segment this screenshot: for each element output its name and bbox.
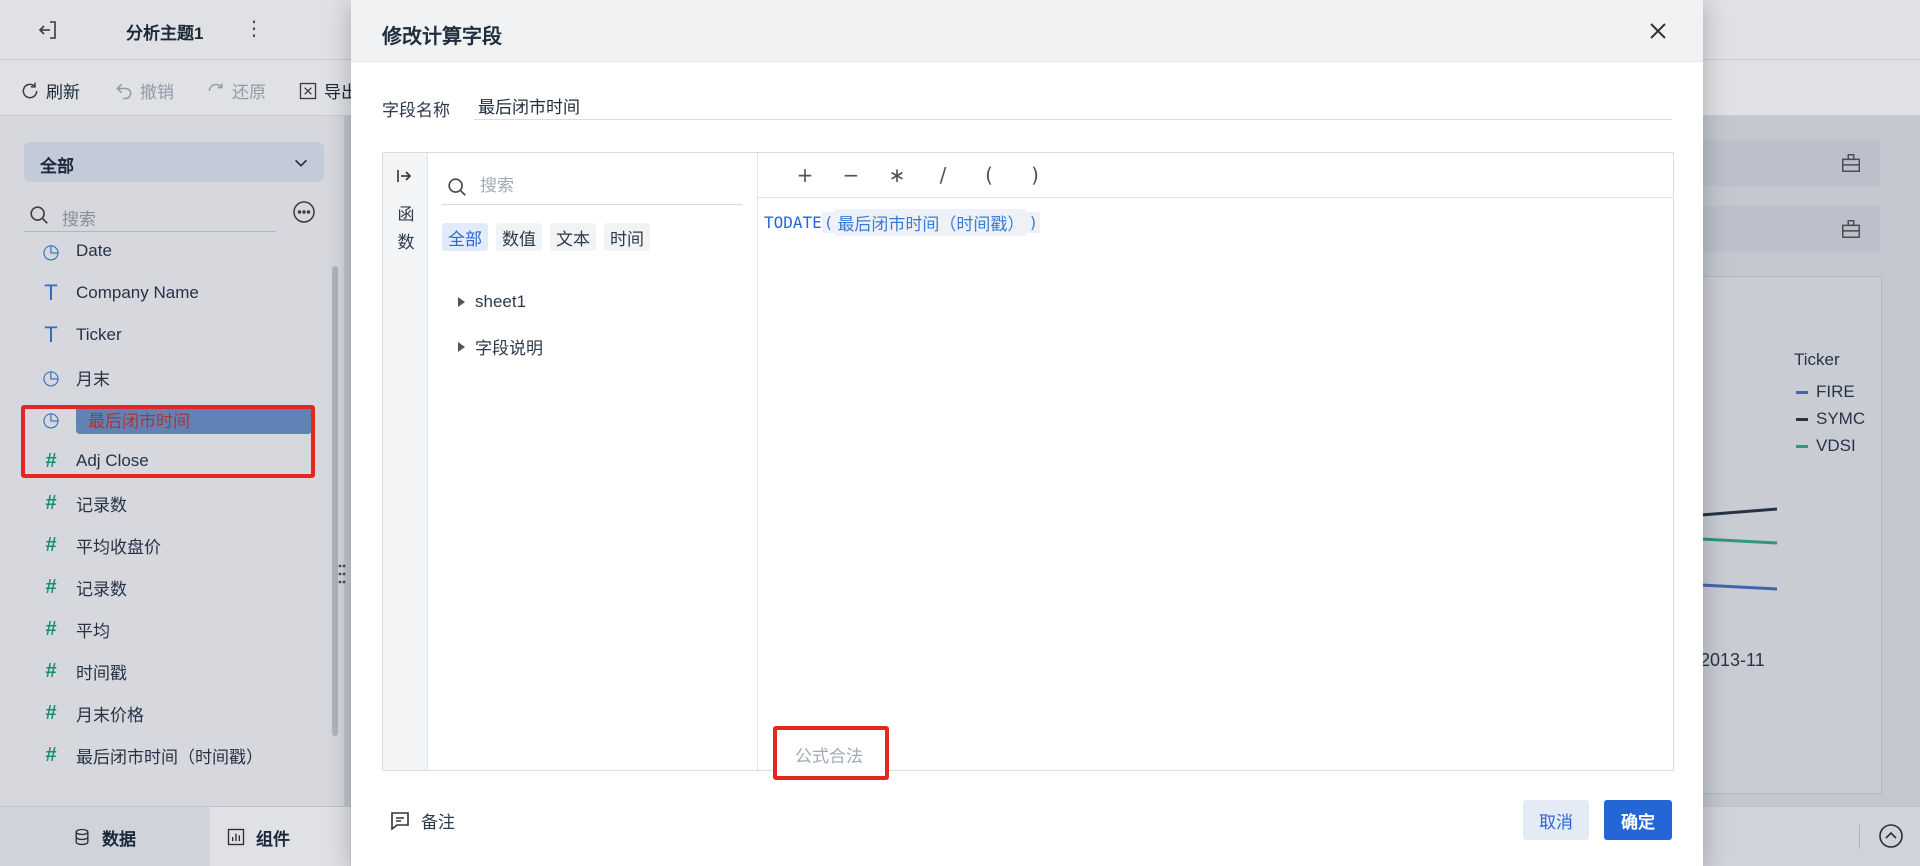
function-rail-label: 函数: [397, 205, 415, 252]
tree-node-sheet1[interactable]: sheet1: [458, 279, 543, 324]
field-name-label: 字段名称: [382, 101, 450, 120]
tree-node-label: 字段说明: [475, 339, 543, 358]
formula-text[interactable]: TODATE ( 最后闭市时间（时间戳） ): [764, 209, 1041, 236]
operator-open-paren[interactable]: (: [966, 163, 1012, 187]
dialog-footer: 备注 取消 确定: [351, 790, 1703, 850]
caret-right-icon: [458, 341, 465, 352]
note-button[interactable]: 备注: [389, 808, 455, 833]
field-tree: sheet1 字段说明: [458, 279, 543, 369]
highlight-box-formula-status: 公式合法: [773, 726, 889, 780]
operator-bar: + − ∗ / ( ): [758, 153, 1673, 198]
confirm-button[interactable]: 确定: [1604, 800, 1672, 840]
category-text[interactable]: 文本: [550, 223, 596, 251]
search-icon: [448, 178, 466, 196]
formula-open-paren: (: [821, 212, 836, 233]
formula-status: 公式合法: [795, 747, 863, 766]
operator-multiply[interactable]: ∗: [874, 163, 920, 187]
cancel-button[interactable]: 取消: [1523, 800, 1589, 840]
function-rail[interactable]: 函数: [383, 153, 428, 770]
edit-calculated-field-dialog: 修改计算字段 字段名称 函数 全部 数值 文本 时间 s: [351, 0, 1703, 866]
formula-function-name: TODATE: [764, 213, 822, 232]
category-time[interactable]: 时间: [604, 223, 650, 251]
formula-editor: 函数 全部 数值 文本 时间 sheet1 字段说明: [382, 152, 1674, 780]
operator-plus[interactable]: +: [782, 163, 828, 187]
close-icon[interactable]: [1647, 20, 1669, 42]
field-name-input[interactable]: [474, 92, 1672, 120]
dialog-title: 修改计算字段: [382, 26, 502, 48]
tree-node-field-description[interactable]: 字段说明: [458, 324, 543, 369]
function-categories: 全部 数值 文本 时间: [442, 223, 650, 251]
field-name-row: 字段名称: [382, 92, 1672, 124]
category-all[interactable]: 全部: [442, 223, 488, 251]
caret-right-icon: [458, 296, 465, 307]
note-label: 备注: [421, 813, 455, 832]
operator-divide[interactable]: /: [920, 163, 966, 187]
operator-close-paren[interactable]: ): [1012, 163, 1058, 187]
function-search-input[interactable]: [480, 171, 730, 201]
dialog-header: 修改计算字段: [351, 0, 1703, 62]
tree-node-label: sheet1: [475, 291, 527, 311]
highlight-box-selected-field: [21, 405, 315, 478]
comment-icon: [391, 811, 409, 831]
collapse-panel-icon[interactable]: [395, 167, 413, 185]
formula-area[interactable]: + − ∗ / ( ) TODATE ( 最后闭市时间（时间戳） ): [758, 153, 1673, 770]
function-search[interactable]: [442, 167, 742, 205]
formula-close-paren: ): [1026, 212, 1041, 233]
function-panel: 全部 数值 文本 时间 sheet1 字段说明: [428, 153, 758, 770]
category-number[interactable]: 数值: [496, 223, 542, 251]
formula-argument[interactable]: 最后闭市时间（时间戳）: [835, 209, 1027, 236]
operator-minus[interactable]: −: [828, 163, 874, 187]
